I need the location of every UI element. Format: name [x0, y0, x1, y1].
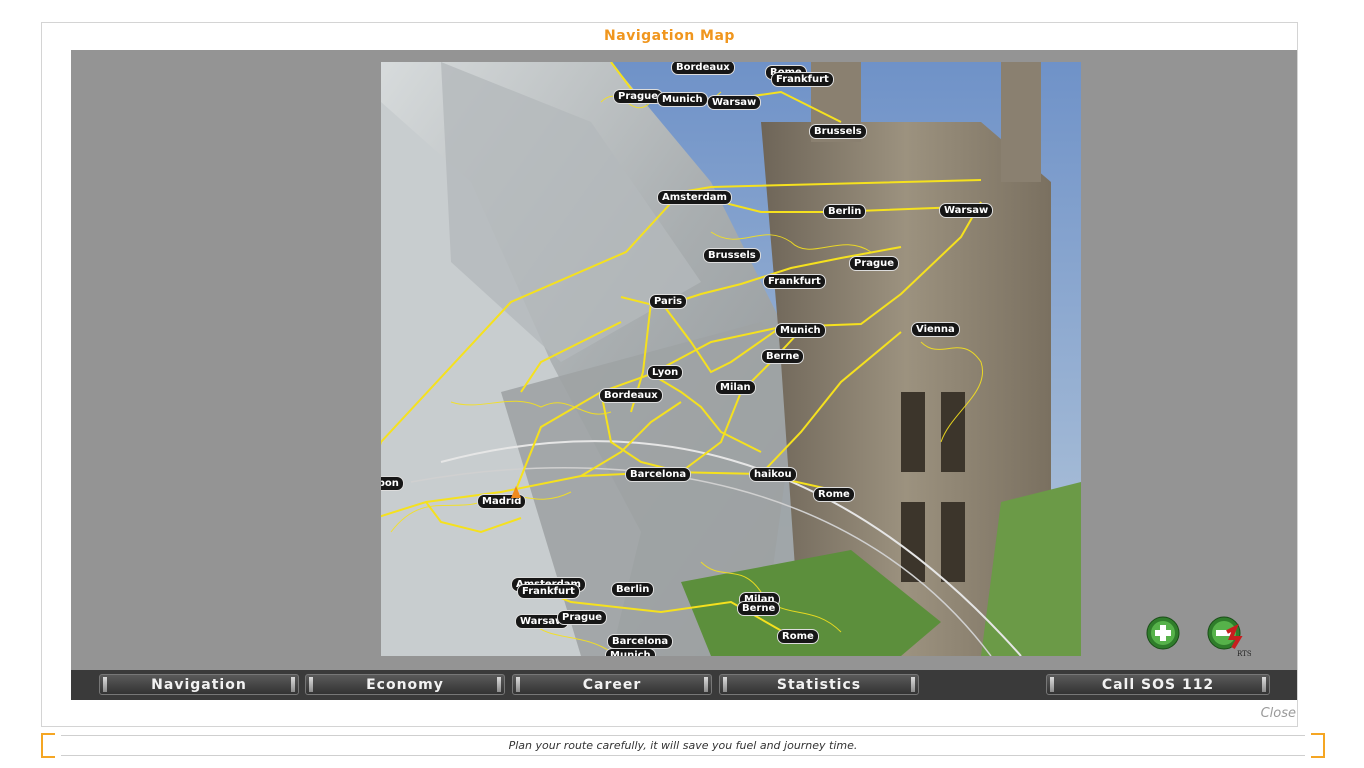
window-title: Navigation Map — [604, 28, 735, 44]
city-label[interactable]: Prague — [557, 610, 608, 625]
city-label[interactable]: Brussels — [809, 124, 867, 139]
city-label[interactable]: Amsterdam — [657, 190, 732, 205]
city-label[interactable]: Munich — [605, 648, 656, 656]
city-label[interactable]: Rome — [813, 487, 855, 502]
map-view[interactable]: Bordeaux Rome Frankfurt Prague Munich Wa… — [381, 62, 1081, 656]
map-area: Bordeaux Rome Frankfurt Prague Munich Wa… — [71, 50, 1297, 670]
city-label[interactable]: Milan — [715, 380, 756, 395]
city-label[interactable]: Berlin — [611, 582, 655, 597]
map-terrain — [381, 62, 1081, 656]
player-position-marker — [511, 486, 521, 498]
city-label[interactable]: Berne — [761, 349, 805, 364]
city-label[interactable]: Lyon — [647, 365, 684, 380]
city-label[interactable]: Munich — [775, 323, 826, 338]
city-label[interactable]: Munich — [657, 92, 708, 107]
navigation-window: Navigation Map Bordeaux Frankfurt Prague… — [41, 22, 1298, 727]
bottom-toolbar: Navigation Economy Career Statistics Cal… — [71, 670, 1297, 700]
city-label[interactable]: Rome — [777, 629, 819, 644]
tab-career[interactable]: Career — [512, 674, 712, 695]
hint-bar: Plan your route carefully, it will save … — [41, 733, 1325, 758]
city-label[interactable]: Warsaw — [939, 203, 994, 218]
city-label[interactable]: haikou — [749, 467, 797, 482]
hint-text: Plan your route carefully, it will save … — [508, 739, 858, 752]
city-label[interactable]: Vienna — [911, 322, 960, 337]
city-label[interactable]: Barcelona — [625, 467, 692, 482]
city-label[interactable]: Prague — [849, 256, 900, 271]
call-sos-button[interactable]: Call SOS 112 — [1046, 674, 1270, 695]
city-label[interactable]: Frankfurt — [771, 72, 834, 87]
city-label[interactable]: Prague — [613, 89, 664, 104]
close-link[interactable]: Close — [1261, 706, 1296, 721]
city-label[interactable]: Bordeaux — [671, 62, 735, 75]
city-label[interactable]: Paris — [649, 294, 688, 309]
city-label[interactable]: Lisbon — [381, 476, 404, 491]
tab-navigation[interactable]: Navigation — [99, 674, 299, 695]
plus-icon[interactable] — [1146, 616, 1180, 650]
rts-icon[interactable]: RTS — [1207, 616, 1252, 658]
tab-statistics[interactable]: Statistics — [719, 674, 919, 695]
city-label[interactable]: Warsaw — [707, 95, 762, 110]
svg-text:RTS: RTS — [1237, 650, 1251, 658]
city-label[interactable]: Brussels — [703, 248, 761, 263]
city-label[interactable]: Barcelona — [607, 634, 674, 649]
city-label[interactable]: Berne — [737, 601, 781, 616]
tab-economy[interactable]: Economy — [305, 674, 505, 695]
city-label[interactable]: Bordeaux — [599, 388, 663, 403]
city-label[interactable]: Frankfurt — [517, 584, 580, 599]
city-label[interactable]: Berlin — [823, 204, 867, 219]
city-label[interactable]: Frankfurt — [763, 274, 826, 289]
